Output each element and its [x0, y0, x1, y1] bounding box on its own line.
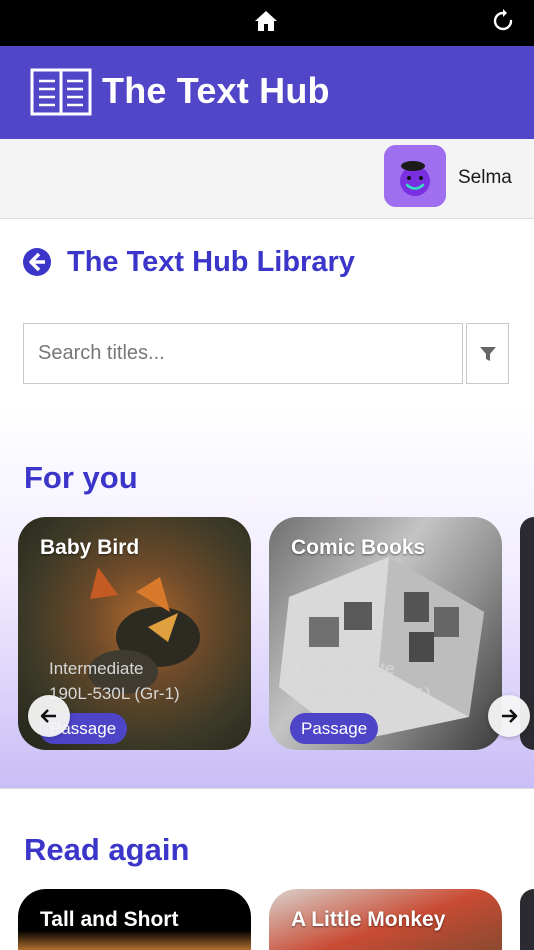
- search-field[interactable]: [23, 323, 463, 384]
- arrow-left-icon: [40, 709, 56, 723]
- library-title: The Text Hub Library: [67, 245, 355, 278]
- card-title: Tall and Short: [40, 908, 179, 931]
- purple-monster-avatar: [384, 145, 446, 207]
- carousel-prev-button[interactable]: [28, 695, 70, 737]
- brand-header: The Text Hub: [0, 46, 534, 139]
- card-a-little-monkey[interactable]: A Little Monkey: [269, 889, 502, 950]
- card-type-badge: Passage: [290, 713, 379, 744]
- read-again-title: Read again: [24, 832, 190, 867]
- card-lexile: 190L-530L (Gr-1): [49, 684, 180, 703]
- for-you-title: For you: [24, 460, 138, 495]
- user-avatar[interactable]: [384, 145, 446, 207]
- back-arrow-circle-icon[interactable]: [22, 247, 52, 277]
- card-comic-books[interactable]: Comic Books Intermediate 190L-530L (Gr-1…: [269, 517, 502, 750]
- arrow-right-icon: [502, 709, 518, 723]
- user-bar: Selma: [0, 139, 534, 219]
- for-you-section: For you Baby Bird Intermediate 190L-530L…: [0, 410, 534, 788]
- card-next-partial[interactable]: [520, 889, 534, 950]
- top-bar: [0, 0, 534, 46]
- search-input[interactable]: [24, 324, 462, 383]
- card-lexile: 190L-530L (Gr-1): [300, 684, 431, 703]
- card-title: Comic Books: [291, 536, 426, 559]
- carousel-next-button[interactable]: [488, 695, 530, 737]
- card-level: Intermediate: [300, 659, 395, 678]
- brand-title: The Text Hub: [102, 70, 330, 111]
- open-book-icon: [30, 68, 92, 116]
- card-title: A Little Monkey: [291, 908, 446, 931]
- filter-button[interactable]: [466, 323, 509, 384]
- user-name: Selma: [458, 167, 512, 188]
- home-icon[interactable]: [253, 8, 279, 34]
- card-tall-and-short[interactable]: Tall and Short: [18, 889, 251, 950]
- filter-funnel-icon: [479, 346, 496, 361]
- card-title: Baby Bird: [40, 536, 140, 559]
- card-level: Intermediate: [49, 659, 144, 678]
- refresh-icon[interactable]: [490, 8, 516, 34]
- section-divider: [0, 788, 534, 789]
- library-header: The Text Hub Library: [22, 244, 355, 280]
